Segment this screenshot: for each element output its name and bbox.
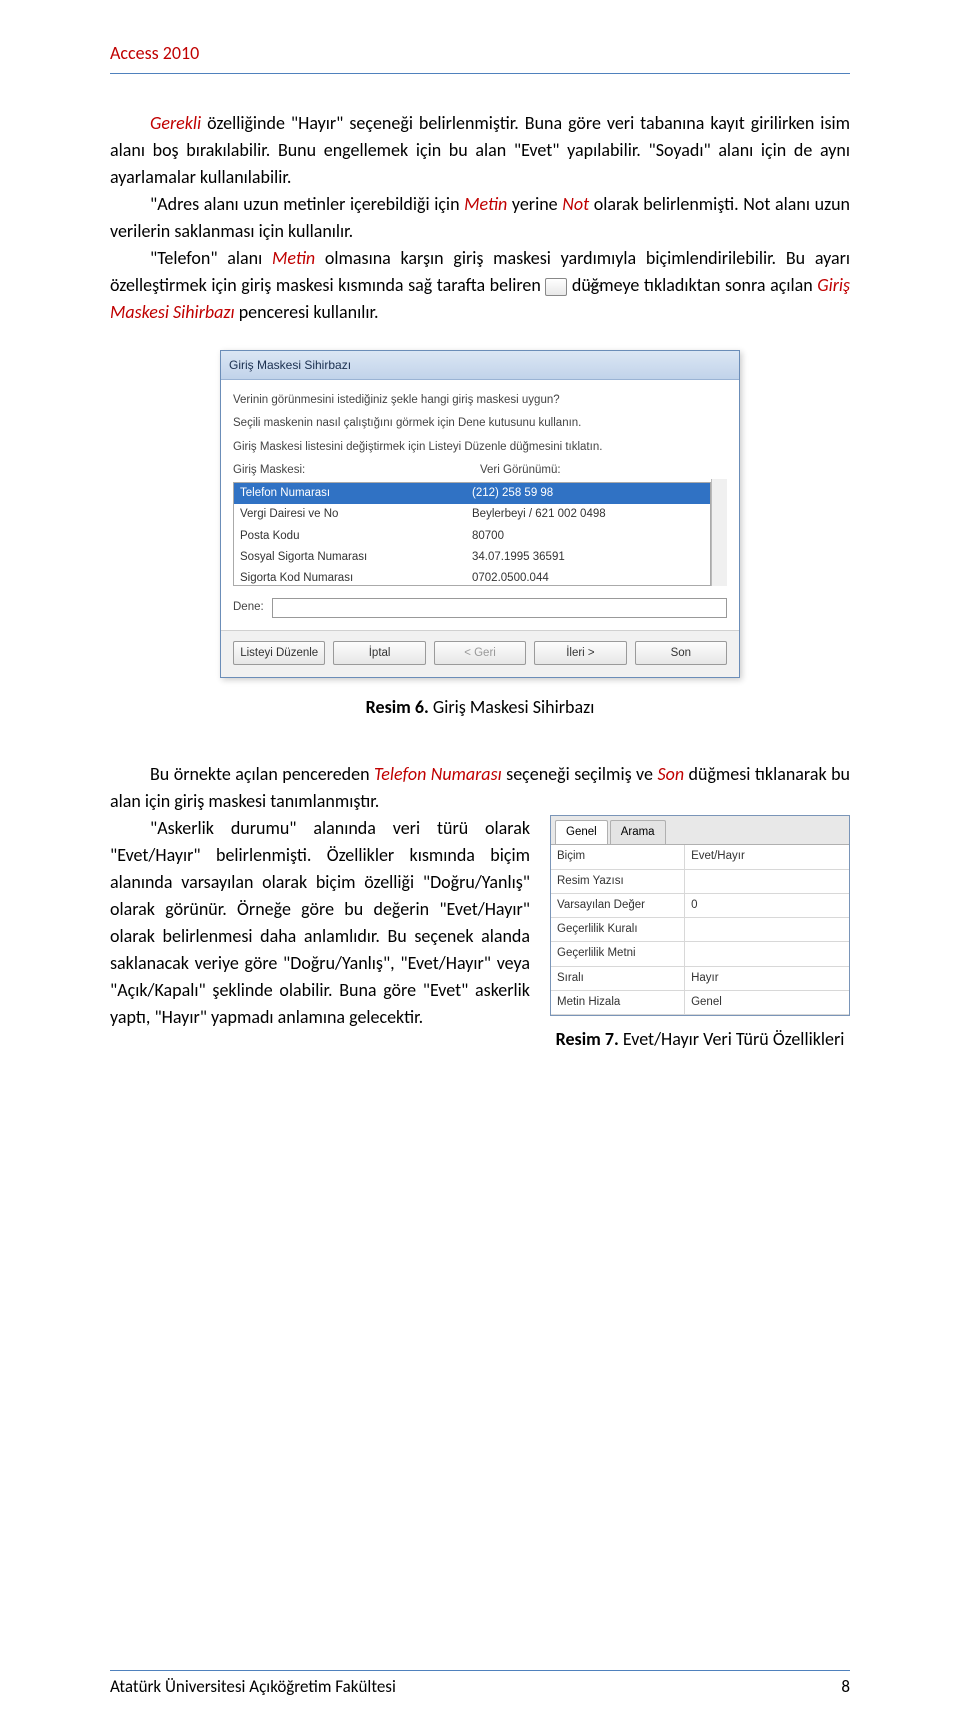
emph-required: Gerekli	[150, 112, 201, 134]
next-button[interactable]: İleri >	[534, 641, 626, 665]
wizard-col-view: Veri Görünümü:	[480, 462, 727, 479]
header-divider	[110, 73, 850, 74]
wizard-scrollbar[interactable]	[711, 479, 727, 586]
back-button[interactable]: < Geri	[434, 641, 526, 665]
paragraph-5: "Askerlik durumu" alanında veri türü ola…	[110, 815, 530, 1031]
edit-list-button[interactable]: Listeyi Düzenle	[233, 641, 325, 665]
property-row[interactable]: Geçerlilik Metni	[551, 942, 849, 966]
footer-page-number: 8	[841, 1674, 850, 1700]
main-content: Gerekli özelliğinde "Hayır" seçeneği bel…	[110, 110, 850, 1053]
paragraph-3: "Telefon" alanı Metin olmasına karşın gi…	[110, 245, 850, 326]
finish-button[interactable]: Son	[635, 641, 727, 665]
footer-institution: Atatürk Üniversitesi Açıköğretim Fakülte…	[110, 1674, 396, 1700]
paragraph-4: Bu örnekte açılan pencereden Telefon Num…	[110, 761, 850, 815]
ellipsis-button-icon	[545, 278, 567, 296]
property-row[interactable]: Biçim Evet/Hayır	[551, 845, 849, 869]
figure-6-caption: Resim 6. Giriş Maskesi Sihirbazı	[110, 694, 850, 721]
wizard-column-headers: Giriş Maskesi: Veri Görünümü:	[233, 462, 727, 479]
list-item[interactable]: Posta Kodu 80700	[234, 526, 710, 547]
property-row[interactable]: Varsayılan Değer 0	[551, 894, 849, 918]
properties-panel: Genel Arama Biçim Evet/Hayır Resim Yazıs…	[550, 815, 850, 1016]
emph-metin-1: Metin	[464, 193, 507, 215]
wizard-col-mask: Giriş Maskesi:	[233, 462, 480, 479]
list-item[interactable]: Sosyal Sigorta Numarası 34.07.1995 36591	[234, 547, 710, 568]
properties-grid: Biçim Evet/Hayır Resim Yazısı Varsayılan…	[551, 845, 849, 1015]
tab-general[interactable]: Genel	[555, 820, 608, 844]
course-title: Access 2010	[110, 42, 199, 64]
paragraph-1: Gerekli özelliğinde "Hayır" seçeneği bel…	[110, 110, 850, 191]
two-column-section: "Askerlik durumu" alanında veri türü ola…	[110, 815, 850, 1053]
wizard-msg-3: Giriş Maskesi listesini değiştirmek için…	[233, 439, 727, 456]
wizard-list-wrapper: Telefon Numarası (212) 258 59 98 Vergi D…	[233, 479, 727, 586]
wizard-msg-2: Seçili maskenin nasıl çalıştığını görmek…	[233, 415, 727, 432]
wizard-try-row: Dene:	[233, 598, 727, 618]
list-item[interactable]: Vergi Dairesi ve No Beylerbeyi / 621 002…	[234, 504, 710, 525]
emph-son: Son	[657, 763, 684, 785]
emph-not: Not	[562, 193, 589, 215]
wizard-button-row: Listeyi Düzenle İptal < Geri İleri > Son	[221, 630, 739, 677]
paragraph-2: "Adres alanı uzun metinler içerebildiği …	[110, 191, 850, 245]
wizard-mask-list[interactable]: Telefon Numarası (212) 258 59 98 Vergi D…	[233, 482, 711, 586]
property-row[interactable]: Resim Yazısı	[551, 870, 849, 894]
wizard-titlebar: Giriş Maskesi Sihirbazı	[221, 351, 739, 380]
wizard-try-label: Dene:	[233, 599, 264, 616]
emph-telefon: Telefon Numarası	[374, 763, 502, 785]
property-row[interactable]: Metin Hizala Genel	[551, 991, 849, 1015]
tab-lookup[interactable]: Arama	[610, 820, 666, 844]
wizard-try-input[interactable]	[272, 598, 727, 618]
cancel-button[interactable]: İptal	[333, 641, 425, 665]
footer-divider	[110, 1670, 850, 1671]
property-row[interactable]: Sıralı Hayır	[551, 967, 849, 991]
property-row[interactable]: Geçerlilik Kuralı	[551, 918, 849, 942]
properties-tabs: Genel Arama	[551, 816, 849, 845]
page-footer: Atatürk Üniversitesi Açıköğretim Fakülte…	[110, 1674, 850, 1700]
two-col-left: "Askerlik durumu" alanında veri türü ola…	[110, 815, 530, 1031]
two-col-right: Genel Arama Biçim Evet/Hayır Resim Yazıs…	[550, 815, 850, 1053]
wizard-body: Verinin görünmesini istediğiniz şekle ha…	[221, 380, 739, 630]
wizard-title: Giriş Maskesi Sihirbazı	[229, 358, 351, 372]
page-header: Access 2010	[110, 40, 850, 69]
list-item[interactable]: Telefon Numarası (212) 258 59 98	[234, 483, 710, 504]
input-mask-wizard-dialog: Giriş Maskesi Sihirbazı Verinin görünmes…	[220, 350, 740, 678]
emph-metin-2: Metin	[272, 247, 315, 269]
list-item[interactable]: Sigorta Kod Numarası 0702.0500.044	[234, 568, 710, 586]
wizard-msg-1: Verinin görünmesini istediğiniz şekle ha…	[233, 392, 727, 409]
figure-7-caption: Resim 7. Evet/Hayır Veri Türü Özellikler…	[550, 1026, 850, 1053]
